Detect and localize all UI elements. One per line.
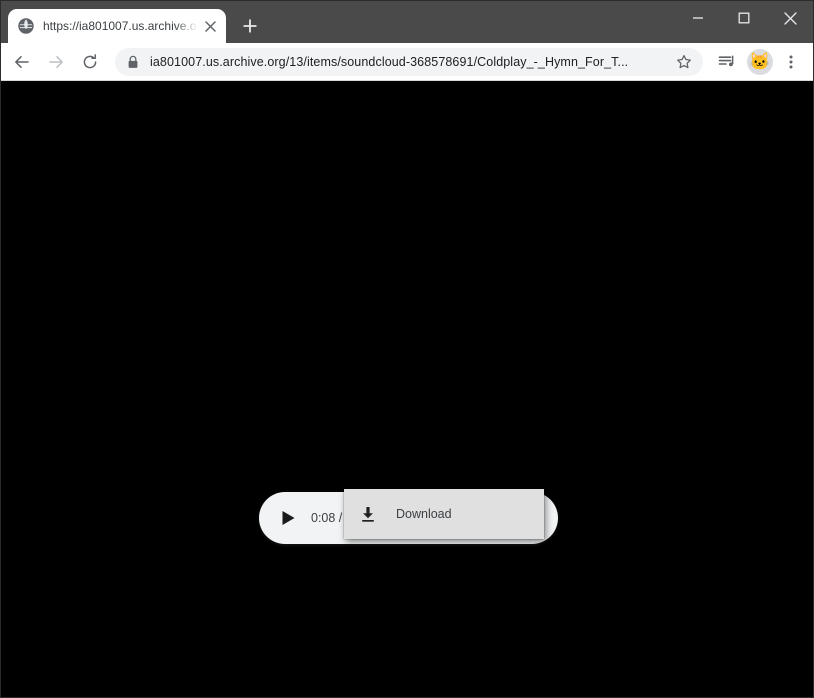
address-bar[interactable]: ia801007.us.archive.org/13/items/soundcl… [115,47,703,76]
play-icon [282,511,294,525]
arrow-left-icon [15,55,29,68]
media-control-button[interactable] [713,48,741,76]
menu-item-download[interactable]: Download [344,489,544,539]
globe-icon [18,18,34,34]
download-icon [358,504,378,524]
menu-item-label: Download [396,507,452,521]
browser-toolbar: ia801007.us.archive.org/13/items/soundcl… [1,43,813,81]
bookmark-star-icon[interactable] [671,49,697,75]
forward-button[interactable] [41,47,71,77]
media-playlist-icon [718,54,734,66]
profile-avatar[interactable]: 🐱 [747,48,773,75]
close-button[interactable] [767,1,813,35]
url-text[interactable]: ia801007.us.archive.org/13/items/soundcl… [150,55,667,69]
lock-icon [128,55,138,68]
play-button[interactable] [275,505,301,531]
time-display: 0:08 / [311,511,343,525]
page-content-area: 0:08 / Download [1,81,813,697]
browser-tab[interactable]: https://ia801007.us.archive.org/1 [8,9,226,43]
avatar-glyph: 🐱 [749,52,771,71]
minimize-button[interactable] [675,1,721,35]
tab-strip: https://ia801007.us.archive.org/1 [1,1,813,43]
window-controls [675,1,813,35]
maximize-button[interactable] [721,1,767,35]
chrome-menu-button[interactable] [777,48,805,76]
back-button[interactable] [7,47,37,77]
tab-title: https://ia801007.us.archive.org/1 [43,19,198,33]
context-menu: Download [344,489,544,539]
arrow-right-icon [49,55,63,68]
reload-icon [83,53,97,68]
reload-button[interactable] [75,47,105,77]
new-tab-button[interactable] [236,12,264,40]
browser-window: https://ia801007.us.archive.org/1 [0,0,814,698]
close-icon[interactable] [200,16,220,36]
three-dots-icon [789,55,793,68]
